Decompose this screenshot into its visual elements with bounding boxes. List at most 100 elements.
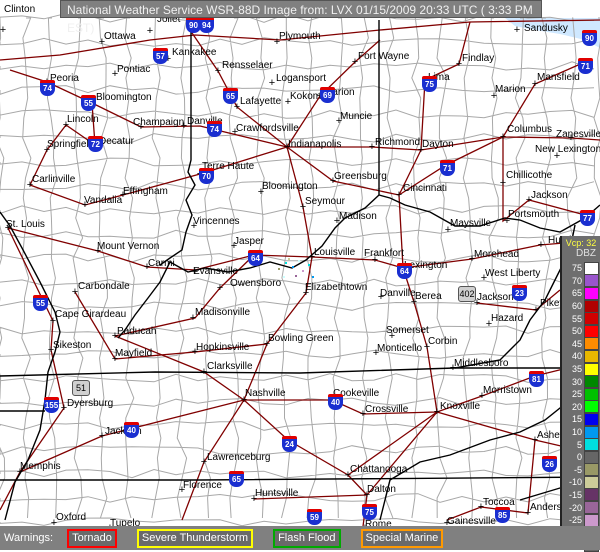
- city-label: Sandusky: [524, 23, 568, 34]
- interstate-shield-icon: 74: [40, 80, 55, 96]
- city-label: Corbin: [428, 336, 458, 347]
- legend-color-swatch: [584, 463, 599, 477]
- interstate-shield-icon: 69: [320, 87, 335, 103]
- city-label: Vandalia: [84, 195, 123, 206]
- city-label: Maysville: [450, 218, 492, 229]
- city-label: Columbus: [507, 124, 553, 135]
- legend-color-swatch: [584, 387, 599, 401]
- legend-color-swatch: [584, 513, 599, 527]
- warning-special-marine-button[interactable]: Special Marine: [360, 528, 444, 548]
- warnings-bar: Warnings: Tornado Severe Thunderstorm Fl…: [0, 526, 600, 550]
- legend-row: 20: [562, 400, 600, 414]
- city-label: Logansport: [276, 73, 327, 84]
- legend-row: 40: [562, 349, 600, 363]
- city-label: Dyersburg: [67, 398, 114, 409]
- legend-row: -25: [562, 513, 600, 527]
- city-label: Nashville: [245, 388, 286, 399]
- warning-flash-flood-button[interactable]: Flash Flood: [273, 528, 341, 548]
- legend-value: -25: [568, 515, 582, 526]
- us-route-shield-icon: 51: [72, 380, 90, 396]
- interstate-shield-icon: 81: [529, 371, 544, 387]
- legend-color-swatch: [584, 274, 599, 288]
- legend-row: 70: [562, 274, 600, 288]
- city-label: Morehead: [474, 249, 520, 260]
- city-label: Zanesville: [556, 129, 600, 140]
- interstate-shield-icon: 65: [223, 88, 238, 104]
- city-label: Fort Wayne: [358, 51, 410, 62]
- city-label: Somerset: [386, 325, 429, 336]
- vcp-label: Vcp: 32: [565, 238, 597, 248]
- legend-value: 65: [571, 288, 582, 299]
- interstate-shield-icon: 64: [397, 263, 412, 279]
- legend-value: 40: [571, 351, 582, 362]
- city-label: Kankakee: [172, 47, 217, 58]
- city-label: Paducah: [117, 326, 157, 337]
- interstate-shield-icon: 55: [81, 95, 96, 111]
- interstate-shield-icon: 64: [248, 250, 263, 266]
- warnings-label: Warnings:: [4, 532, 54, 544]
- warning-tornado-button[interactable]: Tornado: [67, 528, 117, 548]
- city-label: Jackson: [531, 190, 568, 201]
- city-label: Cincinnati: [403, 183, 447, 194]
- city-label: Lawrenceburg: [207, 452, 271, 463]
- city-label: Decatur: [99, 136, 135, 147]
- city-label: Mayfield: [115, 348, 153, 359]
- city-marker-icon: +: [146, 25, 154, 37]
- city-label: Mount Vernon: [97, 241, 160, 252]
- city-label: Indianapolis: [288, 139, 342, 150]
- legend-color-swatch: [584, 312, 599, 326]
- dbz-legend: Vcp: 32 DBZ 75 70 65 60 55 50 45 40 35 30 25 20 15 10…: [560, 236, 600, 552]
- city-label: Crossville: [365, 404, 409, 415]
- legend-row: 0: [562, 450, 600, 464]
- legend-value: 15: [571, 414, 582, 425]
- city-label: Jasper: [234, 236, 265, 247]
- city-label: Rensselaer: [222, 60, 273, 71]
- legend-row: 65: [562, 286, 600, 300]
- interstate-shield-icon: 75: [422, 76, 437, 92]
- legend-color-swatch: [584, 400, 599, 414]
- warning-severe-thunderstorm-button[interactable]: Severe Thunderstorm: [136, 528, 254, 548]
- city-label: Mansfield: [537, 72, 580, 83]
- city-label: Richmond: [375, 137, 421, 148]
- legend-value: 10: [571, 427, 582, 438]
- city-marker-icon: +: [0, 24, 7, 36]
- legend-row: 15: [562, 412, 600, 426]
- legend-color-swatch: [584, 349, 599, 363]
- legend-value: -5: [573, 464, 582, 475]
- legend-color-swatch: [584, 438, 599, 452]
- city-label: Frankfort: [364, 248, 405, 259]
- interstate-shield-icon: 72: [88, 136, 103, 152]
- interstate-shield-icon: 65: [229, 471, 244, 487]
- city-label: Bloomington: [96, 92, 152, 103]
- legend-value: -20: [568, 502, 582, 513]
- legend-color-swatch: [584, 375, 599, 389]
- city-label: Carlinville: [32, 174, 76, 185]
- city-label: Clarksville: [207, 361, 253, 372]
- city-label: Hazard: [491, 313, 524, 324]
- interstate-shield-icon: 26: [542, 456, 557, 472]
- interstate-shield-icon: 75: [362, 504, 377, 520]
- legend-value: 25: [571, 389, 582, 400]
- city-marker-icon: +: [216, 282, 224, 294]
- legend-row: -20: [562, 501, 600, 515]
- legend-color-swatch: [584, 501, 599, 515]
- city-label: Portsmouth: [508, 209, 560, 220]
- legend-value: 30: [571, 376, 582, 387]
- city-label: Plymouth: [279, 31, 321, 42]
- legend-color-swatch: [584, 286, 599, 300]
- city-label: Greensburg: [334, 171, 387, 182]
- city-label: Chattanooga: [350, 464, 408, 475]
- dbz-unit-label: DBZ: [576, 248, 596, 259]
- city-label: Elizabethtown: [305, 282, 368, 293]
- legend-color-swatch: [584, 475, 599, 489]
- city-label: Madisonville: [195, 307, 251, 318]
- legend-color-swatch: [584, 261, 599, 275]
- interstate-shield-icon: 85: [495, 507, 510, 523]
- interstate-shield-icon: 59: [307, 509, 322, 525]
- legend-value: 20: [571, 401, 582, 412]
- city-label: Carbondale: [78, 281, 130, 292]
- city-label: Oxford: [56, 512, 87, 523]
- legend-row: 75: [562, 261, 600, 275]
- legend-value: 45: [571, 338, 582, 349]
- legend-row: 35: [562, 362, 600, 376]
